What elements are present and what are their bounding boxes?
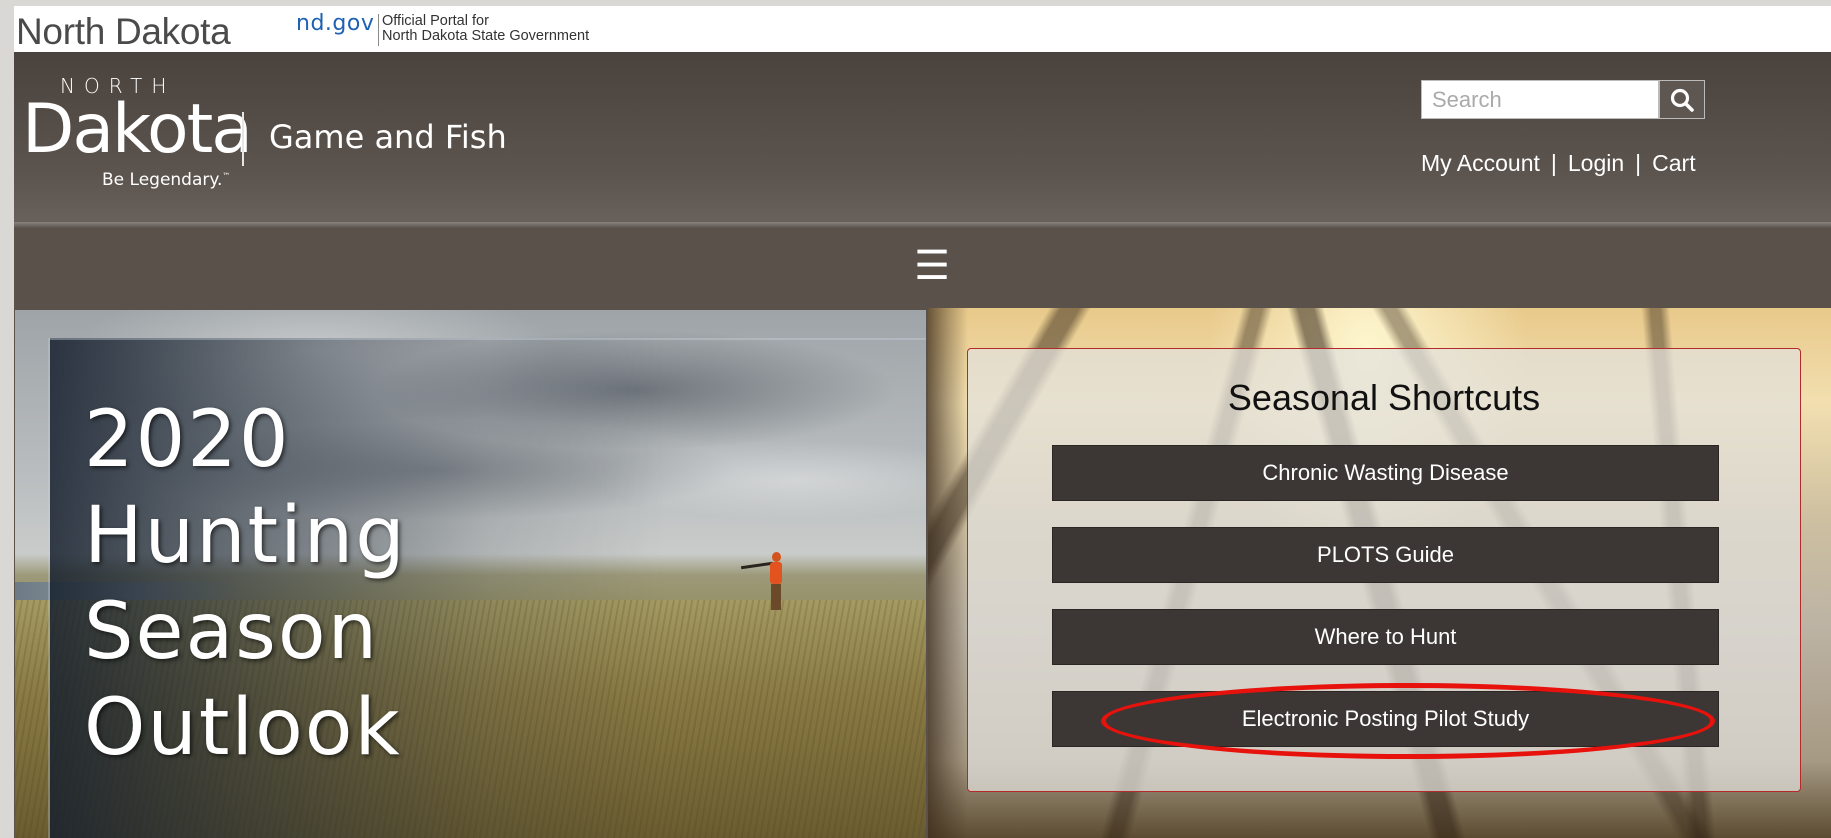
search-input[interactable] [1421,80,1659,119]
portal-tagline-line1: Official Portal for [382,13,489,29]
link-separator: | [1550,150,1557,176]
outlook-title: 2020 Hunting Season Outlook [84,392,504,776]
login-link[interactable]: Login [1568,150,1624,176]
outlook-overlay: 2020 Hunting Season Outlook [48,338,926,838]
portal-divider [378,14,379,46]
trademark-mark: ™ [222,171,231,181]
plots-guide-button[interactable]: PLOTS Guide [1052,527,1719,583]
outlook-title-line: 2020 [84,395,291,485]
portal-tagline-line2: North Dakota State Government [382,28,590,44]
logo-separator [242,112,244,166]
hamburger-icon[interactable]: ☰ [910,244,954,288]
outlook-title-line: Hunting [84,491,407,581]
seasonal-shortcuts-section: Seasonal Shortcuts Chronic Wasting Disea… [928,308,1831,838]
outlook-title-line: Outlook [84,683,402,773]
browser-viewport: North Dakota nd.gov Official Portal for … [14,6,1831,838]
where-to-hunt-button[interactable]: Where to Hunt [1052,609,1719,665]
shortcuts-panel: Seasonal Shortcuts Chronic Wasting Disea… [967,348,1801,792]
site-header: NORTH Dakota Be Legendary.™ Game and Fis… [14,52,1831,228]
cart-link[interactable]: Cart [1652,150,1695,176]
shortcuts-title: Seasonal Shortcuts [1227,377,1541,418]
logo-dakota-text: Dakota [22,90,253,169]
portal-bar: North Dakota nd.gov Official Portal for … [14,6,1831,53]
logo-tagline: Be Legendary.™ [102,170,230,190]
main-nav: ☰ [14,228,1831,310]
chronic-wasting-disease-button[interactable]: Chronic Wasting Disease [1052,445,1719,501]
my-account-link[interactable]: My Account [1421,150,1540,176]
outlook-title-line: Season [84,587,380,677]
department-name: Game and Fish [269,118,507,156]
ndgov-logo[interactable]: nd.gov [296,11,374,36]
logo-tagline-text: Be Legendary. [102,170,223,190]
hunting-outlook-banner[interactable]: 2020 Hunting Season Outlook [15,310,926,838]
account-links: My Account | Login | Cart [1421,150,1696,177]
link-separator: | [1635,150,1642,176]
portal-state-name[interactable]: North Dakota [16,11,231,53]
search-button[interactable] [1659,80,1705,119]
electronic-posting-pilot-study-button[interactable]: Electronic Posting Pilot Study [1052,691,1719,747]
search-icon [1670,88,1694,112]
portal-tagline: Official Portal for North Dakota State G… [382,14,589,44]
